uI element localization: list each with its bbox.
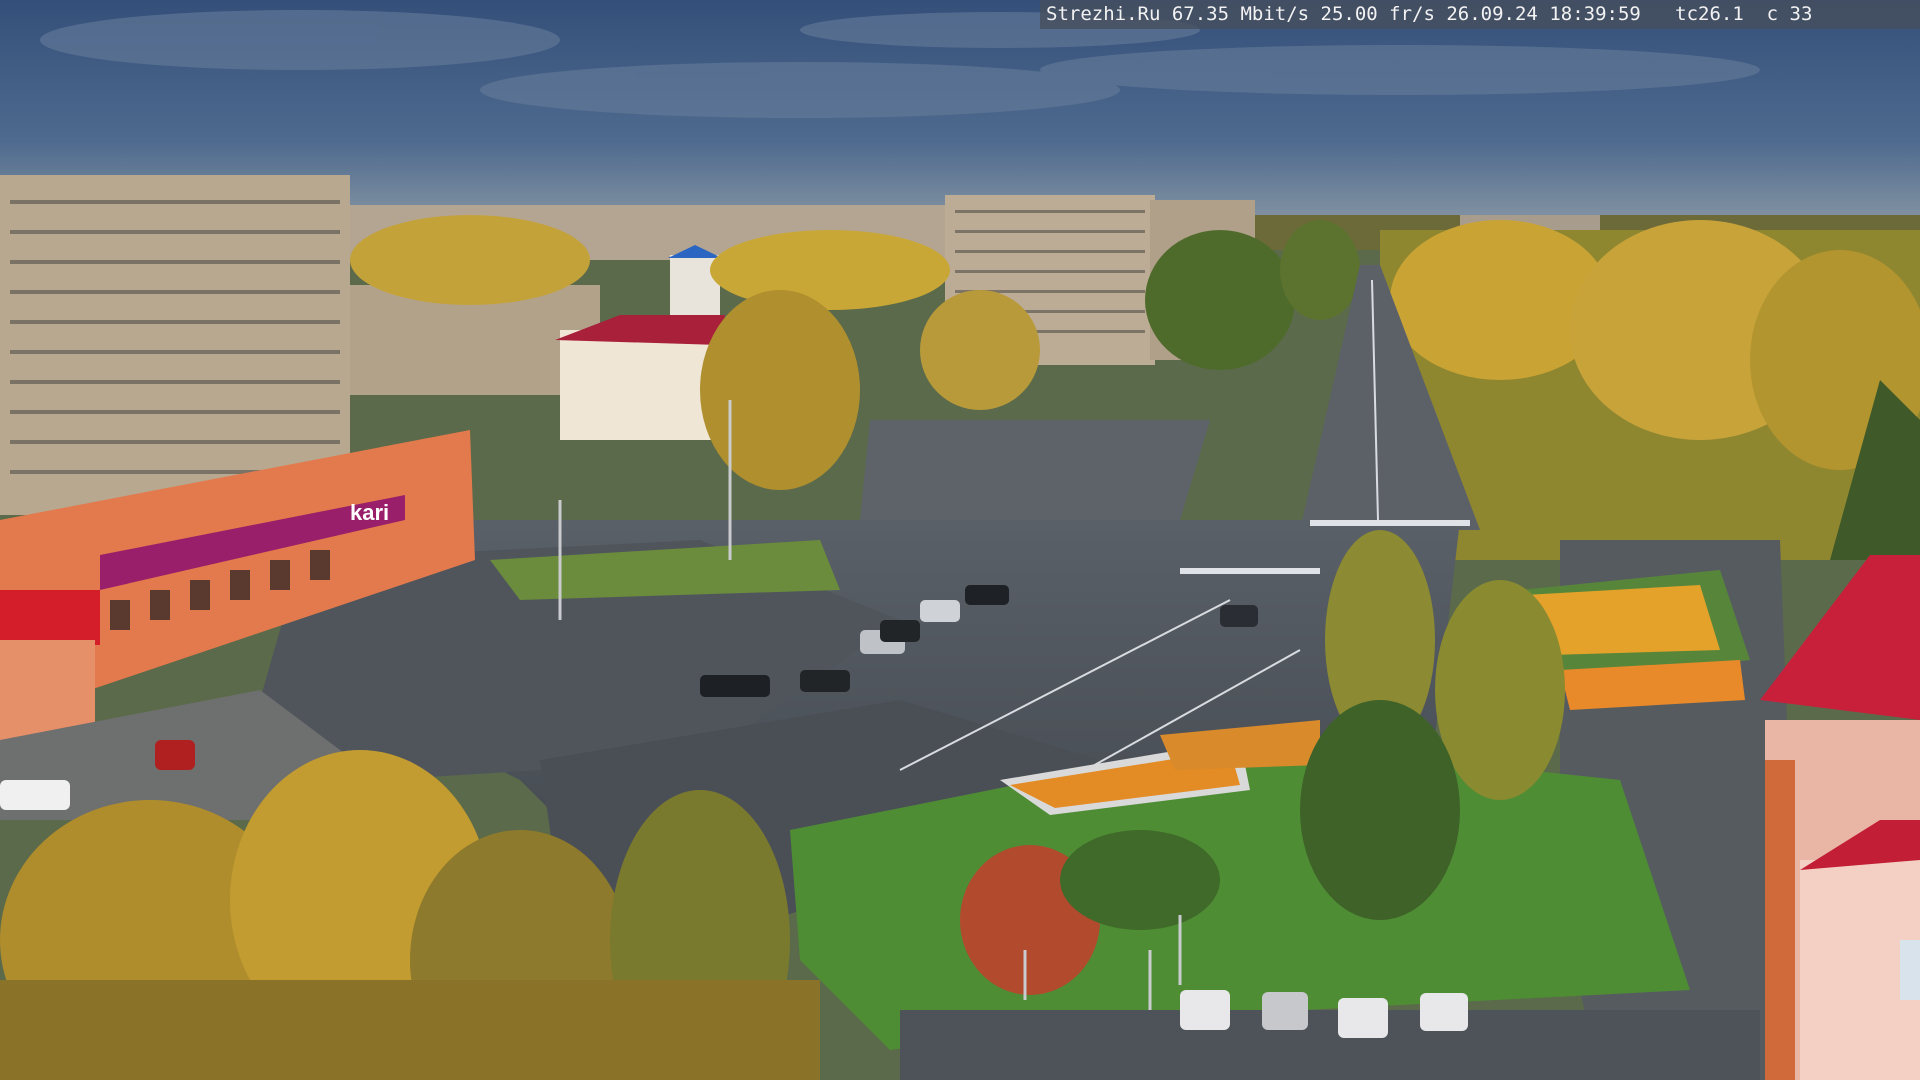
parking-strip-bottom bbox=[900, 1010, 1760, 1080]
store-logo-kari: kari bbox=[350, 500, 389, 525]
camera-overlay-text: Strezhi.Ru 67.35 Mbit/s 25.00 fr/s 26.09… bbox=[1040, 0, 1920, 29]
camera-view: kari bbox=[0, 0, 1920, 1080]
plaza bbox=[860, 420, 1210, 520]
